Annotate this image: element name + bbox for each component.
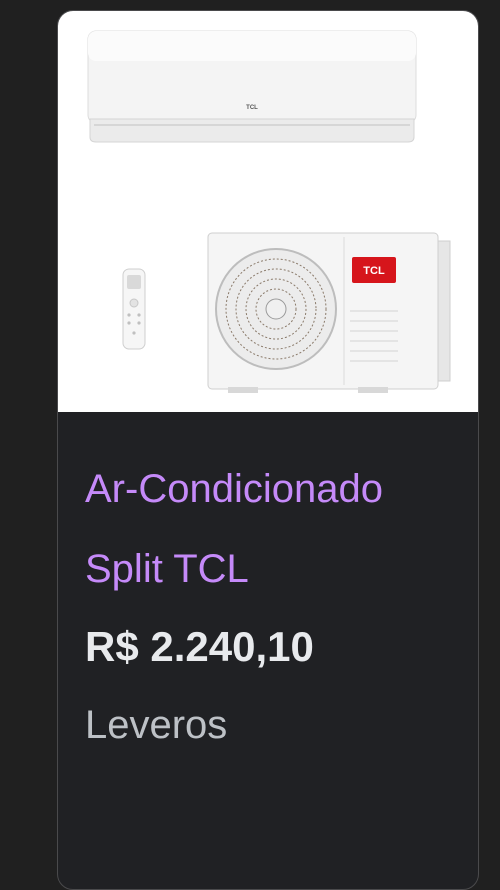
indoor-unit-image: TCL <box>87 30 417 143</box>
remote-control-image <box>122 268 146 350</box>
product-card[interactable]: TCL TCL Ar-Condicionado Split TCL R$ 2.2… <box>57 10 479 890</box>
outdoor-unit-image: TCL <box>207 232 451 393</box>
product-title[interactable]: Ar-Condicionado Split TCL <box>85 449 455 609</box>
outdoor-brand-text: TCL <box>363 265 385 277</box>
indoor-brand-text: TCL <box>246 105 258 111</box>
seller-name: Leveros <box>85 703 228 747</box>
product-image[interactable]: TCL TCL <box>58 11 478 412</box>
product-price: R$ 2.240,10 <box>85 623 314 670</box>
